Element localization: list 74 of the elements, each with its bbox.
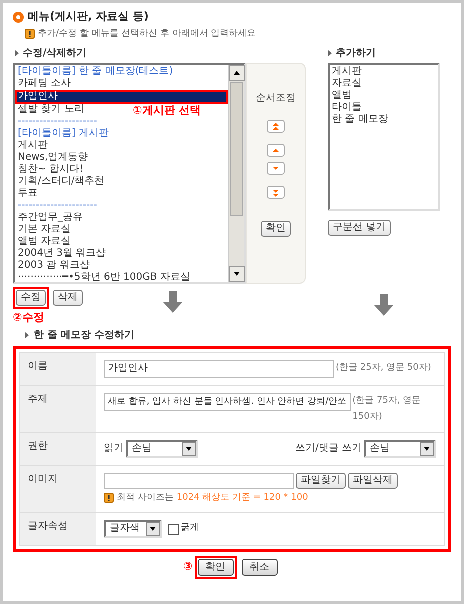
menu-list-item[interactable]: 카페팅 소사 — [15, 78, 74, 90]
write-label: 쓰기/댓글 쓰기 — [295, 442, 362, 456]
field-label: 글자속성 — [28, 521, 68, 532]
order-label: 순서조정 — [256, 92, 296, 106]
field-label: 이미지 — [28, 474, 58, 484]
text-input[interactable]: 새로 합류, 입사 하신 분들 인사하셈. 인사 안하면 강퇴/안쏘 — [104, 392, 351, 410]
menu-list-item[interactable]: 셀발 찾기 노리 — [15, 104, 88, 116]
add-list-item[interactable]: 한 줄 메모장 — [332, 114, 388, 126]
move-top-button[interactable] — [267, 120, 285, 133]
add-heading: 추가하기 — [336, 46, 376, 60]
size-value: 1024 해상도 기준 = 120 * 100 — [176, 492, 308, 504]
menu-list-item[interactable]: 앨범 자료실 — [15, 236, 74, 248]
divider-item[interactable]: ---------------------- — [15, 116, 100, 128]
hint-text: 추가/수정 할 메뉴를 선택하신 후 아래에서 입력하세요 — [38, 28, 256, 40]
menu-list-item[interactable]: [타이틀이름] 한 줄 메모장(테스트) — [15, 66, 176, 78]
footer-button[interactable]: 확인 — [194, 556, 237, 579]
add-list-item[interactable]: 게시판 — [332, 66, 362, 78]
field-label: 주제 — [28, 394, 48, 404]
find-file-button[interactable]: 파일찾기 — [296, 472, 346, 488]
divider-insert-button[interactable]: 구분선 넣기 — [328, 220, 392, 236]
read-label: 읽기 — [104, 442, 124, 456]
field-label: 권한 — [28, 440, 48, 452]
annotation-text: ②수정 — [13, 310, 44, 326]
menu-list-item[interactable]: 투표 — [15, 188, 41, 200]
bullet-icon — [328, 50, 332, 56]
dropdown[interactable]: 손님 — [364, 440, 436, 458]
menu-list-item[interactable]: 가입인사 — [15, 90, 228, 104]
down-arrow-icon — [374, 294, 394, 316]
edit-heading: 수정/삭제하기 — [23, 46, 87, 60]
bullet-icon — [15, 50, 19, 56]
divider-item[interactable]: ---------------------- — [15, 200, 100, 212]
action-button[interactable]: 삭제 — [50, 287, 86, 309]
add-list[interactable]: 게시판 자료실 앨범 타이틀 한 줄 메모장 — [328, 63, 440, 211]
action-button[interactable]: 수정 — [13, 287, 49, 309]
menu-list-item[interactable]: ··············━•5학년 6반 100GB 자료실 — [15, 272, 194, 282]
move-down-button[interactable] — [267, 162, 285, 175]
menu-list-item[interactable]: 기획/스터디/책추천 — [15, 176, 108, 188]
menu-list-item[interactable]: 2003 괌 워크샵 — [15, 260, 93, 272]
file-input[interactable] — [104, 472, 294, 488]
add-list-item[interactable]: 자료실 — [332, 78, 362, 90]
scroll-up-icon[interactable] — [229, 65, 245, 81]
menu-list-item[interactable]: 칭찬~ 합시다! — [15, 164, 87, 176]
size-tip: 최적 사이즈는 — [117, 492, 174, 504]
add-list-item[interactable]: 앨범 — [332, 90, 352, 102]
scrollbar[interactable] — [228, 65, 244, 282]
down-arrow-icon — [163, 291, 183, 313]
warning-icon — [25, 29, 35, 40]
menu-list-item[interactable]: News,업계동향 — [15, 152, 92, 164]
bold-checkbox[interactable] — [168, 524, 179, 534]
annotation-text: ①게시판 선택 — [133, 103, 202, 119]
field-note: (한글 75자, 영문 150자) — [352, 394, 422, 424]
menu-list-item[interactable]: 2004년 3월 워크샵 — [15, 248, 110, 260]
move-bottom-button[interactable] — [267, 186, 285, 199]
bold-label: 굵게 — [181, 522, 199, 536]
move-up-button[interactable] — [267, 144, 285, 157]
scroll-down-icon[interactable] — [229, 266, 245, 282]
delete-file-button[interactable]: 파일삭제 — [348, 472, 398, 488]
warning-icon — [104, 493, 114, 504]
add-list-item[interactable]: 타이틀 — [332, 102, 362, 114]
field-note: (한글 25자, 영문 50자) — [336, 362, 432, 374]
bullet-circle-icon — [13, 12, 24, 23]
menu-list-item[interactable]: 게시판 — [15, 140, 51, 152]
menu-list-item[interactable]: [타이틀이름] 게시판 — [15, 128, 112, 140]
menu-list-item[interactable]: 기본 자료실 — [15, 224, 74, 236]
field-label: 이름 — [28, 360, 48, 372]
dropdown[interactable]: 글자색 — [104, 520, 162, 538]
step-marker: ③ — [183, 559, 193, 576]
text-input[interactable]: 가입인사 — [104, 360, 334, 378]
dropdown[interactable]: 손님 — [126, 440, 198, 458]
order-confirm-button[interactable]: 확인 — [261, 221, 291, 237]
form-heading: 한 줄 메모장 수정하기 — [34, 328, 134, 342]
section-title: 메뉴(게시판, 자료실 등) — [28, 9, 149, 25]
bullet-icon — [25, 332, 29, 338]
menu-list-item[interactable]: 주간업무_공유 — [15, 212, 86, 224]
